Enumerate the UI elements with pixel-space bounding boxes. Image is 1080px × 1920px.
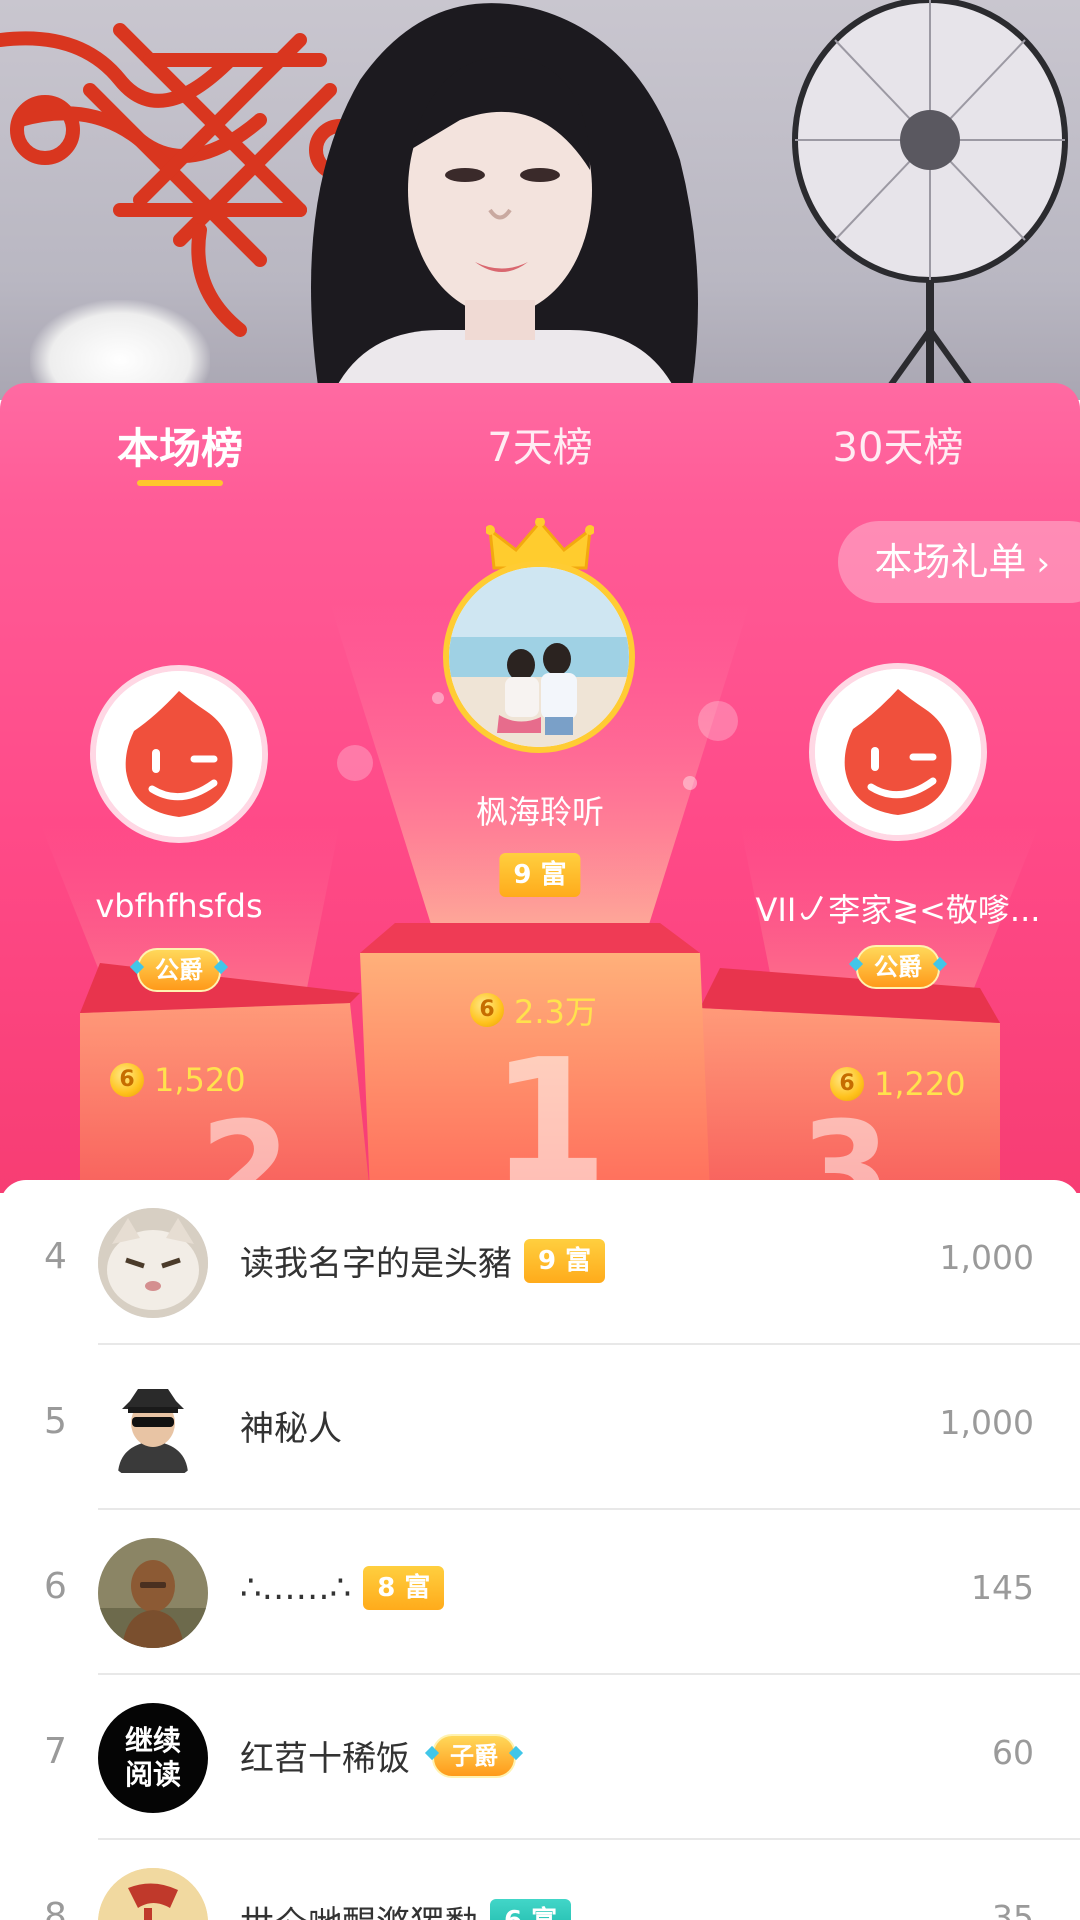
user-score: 145 [971,1568,1034,1607]
user-name-row: 神秘人 [240,1401,342,1450]
top3-score: 6 1,220 [830,1065,966,1103]
gift-list-button[interactable]: 本场礼单 › [838,521,1080,603]
user-avatar[interactable] [98,1208,208,1318]
top2-avatar[interactable] [90,665,268,843]
rank-number: 6 [44,1566,67,1607]
user-name: 神秘人 [240,1409,342,1449]
couple-beach-photo [449,567,629,747]
top1-avatar[interactable] [443,561,635,753]
user-name: 红苕十稀饭 [240,1739,410,1779]
angry-cat-photo [98,1208,208,1318]
user-score: 60 [992,1733,1034,1772]
list-item[interactable]: 7 继续 阅读 红苕十稀饭 子爵 60 [0,1675,1080,1840]
rank-number: 4 [44,1236,67,1277]
podium-digit-1: 1 [490,1023,609,1193]
user-name: 读我名字的是头豬 [240,1244,512,1284]
tab-30-days[interactable]: 30天榜 [833,415,964,473]
leaderboard-tabs: 本场榜 7天榜 30天榜 [0,383,1080,513]
user-name: ∴……∴ [240,1568,352,1608]
user-score: 1,000 [939,1238,1034,1277]
rank-number: 7 [44,1731,67,1772]
top1-score: 6 2.3万 [470,987,597,1033]
default-wink-avatar [815,669,981,835]
default-wink-avatar [96,671,262,837]
top3-noble-badge: 公爵 [856,945,940,989]
user-avatar[interactable] [98,1373,208,1483]
top3-avatar[interactable] [809,663,987,841]
gift-list-label: 本场礼单 [874,540,1027,584]
mystery-man-avatar [98,1373,208,1483]
coin-icon: 6 [470,993,504,1027]
podium-digit-3: 3 [800,1093,891,1193]
rank-number: 5 [44,1401,67,1442]
user-avatar[interactable]: 继续 阅读 [98,1703,208,1813]
wealth-badge: 8 富 [363,1566,445,1610]
avatar-text-line-1: 继续 [124,1724,181,1757]
top2-score: 6 1,520 [110,1061,246,1099]
list-item[interactable]: 8 丗仒哋醒滺猡勫 6 富 35 [0,1840,1080,1920]
list-item[interactable]: 4 读我名字的是头豬 9 富 1,000 [0,1180,1080,1345]
leaderboard-list: 4 读我名字的是头豬 9 富 1,000 5 神秘人 1,000 6 ∴……∴ … [0,1180,1080,1920]
noble-badge: 子爵 [432,1733,516,1778]
user-name-row: 丗仒哋醒滺猡勫 6 富 [240,1896,572,1920]
user-score: 1,000 [939,1403,1034,1442]
tab-this-session[interactable]: 本场榜 [117,415,243,476]
continue-reading-avatar: 继续 阅读 [98,1703,208,1813]
wealth-badge: 9 富 [524,1238,606,1283]
coin-icon: 6 [110,1063,144,1097]
rank-number: 8 [44,1896,67,1920]
list-item[interactable]: 6 ∴……∴ 8 富 145 [0,1510,1080,1675]
chevron-right-icon: › [1036,544,1050,584]
list-item[interactable]: 5 神秘人 1,000 [0,1345,1080,1510]
active-tab-indicator [137,480,223,486]
top3-name: VII㇢李家≷<敬嗲... [755,891,1041,929]
user-name: 丗仒哋醒滺猡勫 [240,1896,478,1920]
coin-icon: 6 [830,1067,864,1101]
user-name-row: 红苕十稀饭 子爵 [240,1731,516,1780]
top1-wealth-badge: 9 富 [499,853,581,897]
user-score: 35 [992,1898,1034,1920]
red-seal-avatar [98,1868,208,1920]
leaderboard-panel: 1 2 3 本场榜 7天榜 30天榜 本场礼单 › 枫海聆听 9 富 6 2.3… [0,383,1080,1193]
user-avatar[interactable] [98,1868,208,1920]
streamer-image [311,3,698,400]
user-avatar[interactable] [98,1538,208,1648]
ring-light-lamp [792,0,1068,400]
podium-digit-2: 2 [200,1093,291,1193]
user-name-row: 读我名字的是头豬 9 富 [240,1236,606,1285]
user-name-row: ∴……∴ 8 富 [240,1566,445,1610]
top2-name: vbfhfhsfds [95,887,263,925]
top1-name: 枫海聆听 [475,793,605,831]
top2-noble-badge: 公爵 [137,948,221,992]
top2-score-value: 1,520 [154,1061,246,1099]
top3-score-value: 1,220 [874,1065,966,1103]
wealth-badge: 6 富 [490,1898,572,1920]
avatar-text-line-2: 阅读 [124,1758,181,1791]
live-video-background [0,0,1080,400]
old-man-photo [98,1538,208,1648]
tab-7-days[interactable]: 7天榜 [487,415,592,473]
top1-score-value: 2.3万 [514,993,597,1031]
